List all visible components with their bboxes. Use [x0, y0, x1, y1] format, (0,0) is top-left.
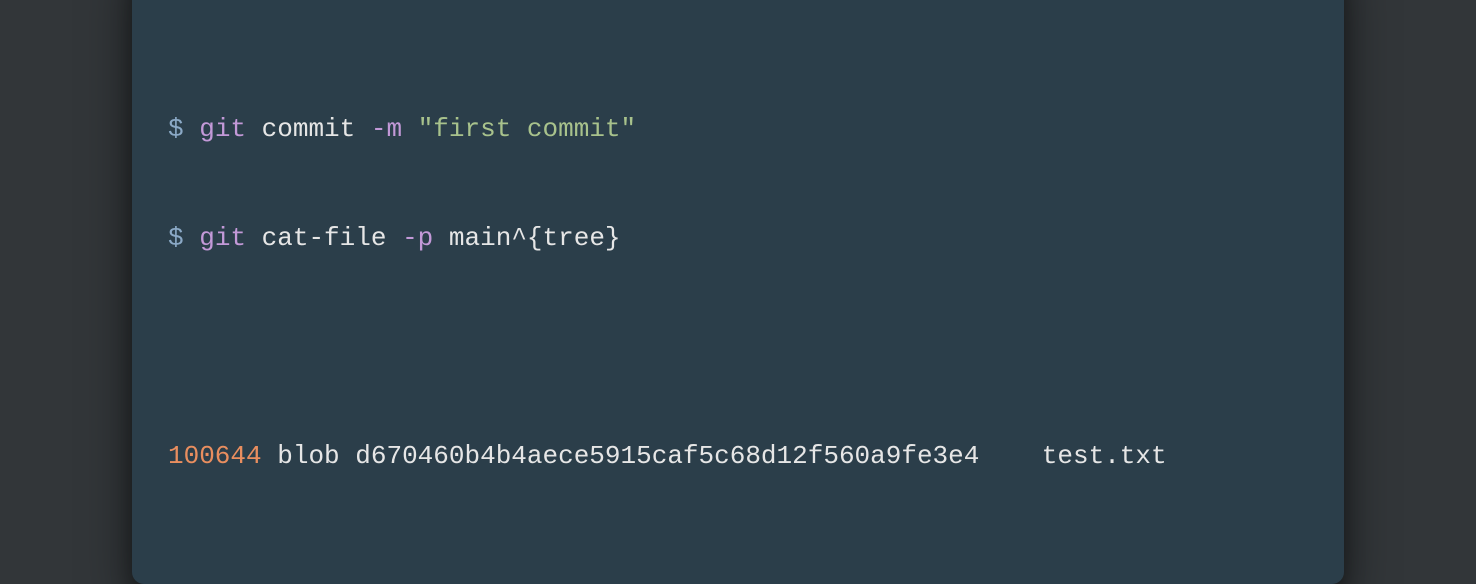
- flag: -m: [371, 114, 402, 144]
- prompt: $: [168, 223, 199, 253]
- commit-message: "first commit": [418, 114, 636, 144]
- git-command: git: [199, 223, 246, 253]
- command-line-1: $ git commit -m "first commit": [168, 111, 1308, 147]
- tree-ref: main^{tree}: [449, 223, 621, 253]
- prompt: $: [168, 114, 199, 144]
- filename: test.txt: [1042, 441, 1167, 471]
- object-type: blob: [277, 441, 339, 471]
- file-mode: 100644: [168, 441, 262, 471]
- command-line-2: $ git cat-file -p main^{tree}: [168, 220, 1308, 256]
- blank-line: [168, 330, 1308, 366]
- git-command: git: [199, 114, 246, 144]
- object-hash: d670460b4b4aece5915caf5c68d12f560a9fe3e4: [355, 441, 979, 471]
- flag: -p: [402, 223, 433, 253]
- subcommand: commit: [262, 114, 356, 144]
- terminal-content: $ git commit -m "first commit" $ git cat…: [168, 38, 1308, 547]
- subcommand: cat-file: [262, 223, 387, 253]
- output-line: 100644 blob d670460b4b4aece5915caf5c68d1…: [168, 438, 1308, 474]
- terminal-window: $ git commit -m "first commit" $ git cat…: [132, 0, 1344, 584]
